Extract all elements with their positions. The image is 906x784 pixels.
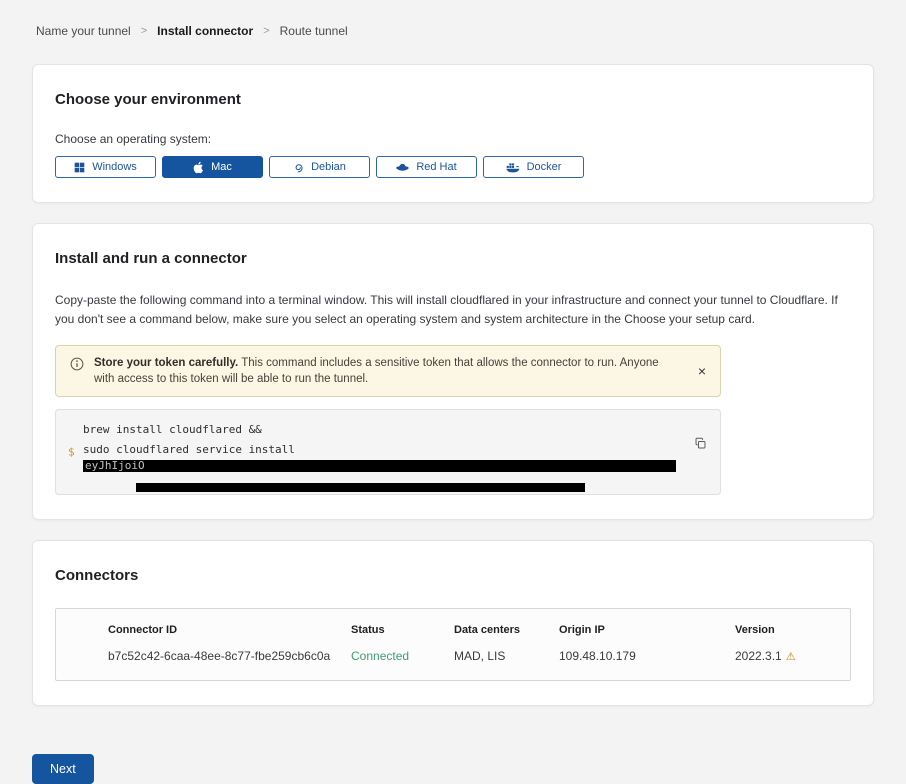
apple-icon xyxy=(193,161,204,174)
terminal-prompt: $ xyxy=(68,446,75,459)
table-row: b7c52c42-6caa-48ee-8c77-fbe259cb6c0a Con… xyxy=(108,649,830,663)
install-card-title: Install and run a connector xyxy=(55,250,851,267)
install-instructions: Copy-paste the following command into a … xyxy=(55,291,851,329)
code-line-service-install: sudo cloudflared service install xyxy=(83,440,676,460)
info-icon xyxy=(70,357,84,376)
column-header-data-centers: Data centers xyxy=(454,624,559,636)
version-cell: 2022.3.1 ⚠ xyxy=(735,649,830,663)
breadcrumb-step-route-tunnel[interactable]: Route tunnel xyxy=(280,24,348,38)
os-button-label: Windows xyxy=(92,161,137,173)
close-icon[interactable]: × xyxy=(696,364,708,378)
breadcrumb-step-name-your-tunnel[interactable]: Name your tunnel xyxy=(36,24,131,38)
column-header-status: Status xyxy=(351,624,454,636)
column-header-version: Version xyxy=(735,624,830,636)
os-button-label: Docker xyxy=(527,161,562,173)
token-warning-bold: Store your token carefully. xyxy=(94,357,238,369)
column-header-origin-ip: Origin IP xyxy=(559,624,735,636)
os-button-row: Windows Mac Debian Red Hat xyxy=(55,156,851,178)
install-connector-card: Install and run a connector Copy-paste t… xyxy=(32,223,874,520)
redaction-bar xyxy=(136,483,585,492)
environment-card: Choose your environment Choose an operat… xyxy=(32,64,874,203)
breadcrumb-separator: > xyxy=(141,25,147,37)
connectors-card: Connectors Connector ID Status Data cent… xyxy=(32,540,874,706)
os-button-label: Mac xyxy=(211,161,232,173)
code-line-brew: brew install cloudflared && xyxy=(83,420,676,440)
os-button-label: Red Hat xyxy=(416,161,456,173)
breadcrumb-separator: > xyxy=(263,25,269,37)
os-button-docker[interactable]: Docker xyxy=(483,156,584,178)
code-line-token: eyJhIjoiO xyxy=(83,460,676,472)
redaction-bar xyxy=(145,460,676,472)
breadcrumb-step-install-connector[interactable]: Install connector xyxy=(157,24,253,38)
debian-icon xyxy=(293,162,304,173)
data-centers-cell: MAD, LIS xyxy=(454,649,559,663)
token-warning-text: Store your token carefully.This command … xyxy=(94,355,696,387)
environment-card-title: Choose your environment xyxy=(55,91,851,108)
os-button-label: Debian xyxy=(311,161,346,173)
os-select-label: Choose an operating system: xyxy=(55,132,851,146)
next-button[interactable]: Next xyxy=(32,754,94,784)
version-value: 2022.3.1 xyxy=(735,649,782,663)
connectors-table: Connector ID Status Data centers Origin … xyxy=(55,608,851,681)
connectors-card-title: Connectors xyxy=(55,567,851,584)
token-prefix: eyJhIjoiO xyxy=(83,460,145,472)
status-cell: Connected xyxy=(351,649,454,663)
connector-id-cell: b7c52c42-6caa-48ee-8c77-fbe259cb6c0a xyxy=(108,649,351,663)
os-button-mac[interactable]: Mac xyxy=(162,156,263,178)
page: Name your tunnel > Install connector > R… xyxy=(0,0,906,784)
table-header-row: Connector ID Status Data centers Origin … xyxy=(108,624,830,636)
column-header-connector-id: Connector ID xyxy=(108,624,351,636)
token-warning-banner: Store your token carefully.This command … xyxy=(55,345,721,397)
breadcrumb: Name your tunnel > Install connector > R… xyxy=(36,24,874,38)
warning-icon: ⚠ xyxy=(786,651,796,663)
windows-icon xyxy=(74,162,85,173)
origin-ip-cell: 109.48.10.179 xyxy=(559,649,735,663)
os-button-windows[interactable]: Windows xyxy=(55,156,156,178)
docker-icon xyxy=(506,162,520,173)
redhat-icon xyxy=(396,163,409,172)
os-button-debian[interactable]: Debian xyxy=(269,156,370,178)
os-button-redhat[interactable]: Red Hat xyxy=(376,156,477,178)
install-command-codeblock: $ brew install cloudflared && sudo cloud… xyxy=(55,409,721,495)
copy-icon[interactable] xyxy=(694,437,707,453)
code-line-token-2 xyxy=(83,472,676,482)
